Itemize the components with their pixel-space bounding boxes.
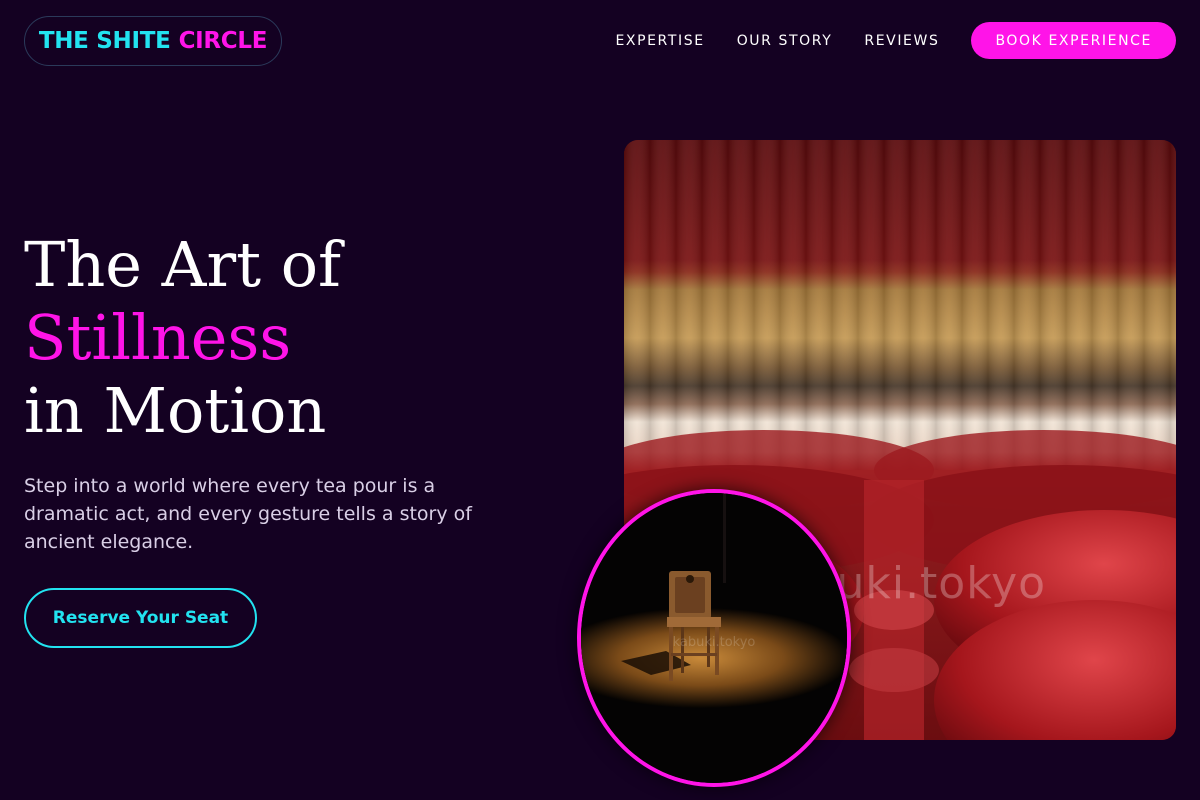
hero-description: Step into a world where every tea pour i… bbox=[24, 475, 472, 553]
headline-line-3: in Motion bbox=[24, 374, 327, 447]
brand-name-part2: CIRCLE bbox=[178, 28, 268, 54]
book-experience-button[interactable]: BOOK EXPERIENCE bbox=[971, 22, 1176, 59]
nav-link-expertise[interactable]: EXPERTISE bbox=[615, 33, 704, 49]
hero-headline: The Art of Stillness in Motion bbox=[24, 228, 341, 447]
brand-logo[interactable]: THE SHITE CIRCLE bbox=[24, 16, 282, 66]
headline-line-1: The Art of bbox=[24, 228, 341, 301]
reserve-seat-button[interactable]: Reserve Your Seat bbox=[24, 588, 257, 648]
nav-link-our-story[interactable]: OUR STORY bbox=[737, 33, 833, 49]
nav-link-reviews[interactable]: REVIEWS bbox=[864, 33, 939, 49]
main-nav: EXPERTISE OUR STORY REVIEWS BOOK EXPERIE… bbox=[615, 22, 1176, 59]
chair-spotlight-image: kabuki.tokyo bbox=[577, 489, 851, 787]
headline-line-2: Stillness bbox=[24, 301, 292, 374]
brand-name-part1: THE SHITE bbox=[38, 28, 171, 54]
chair-image-watermark: kabuki.tokyo bbox=[672, 635, 756, 650]
